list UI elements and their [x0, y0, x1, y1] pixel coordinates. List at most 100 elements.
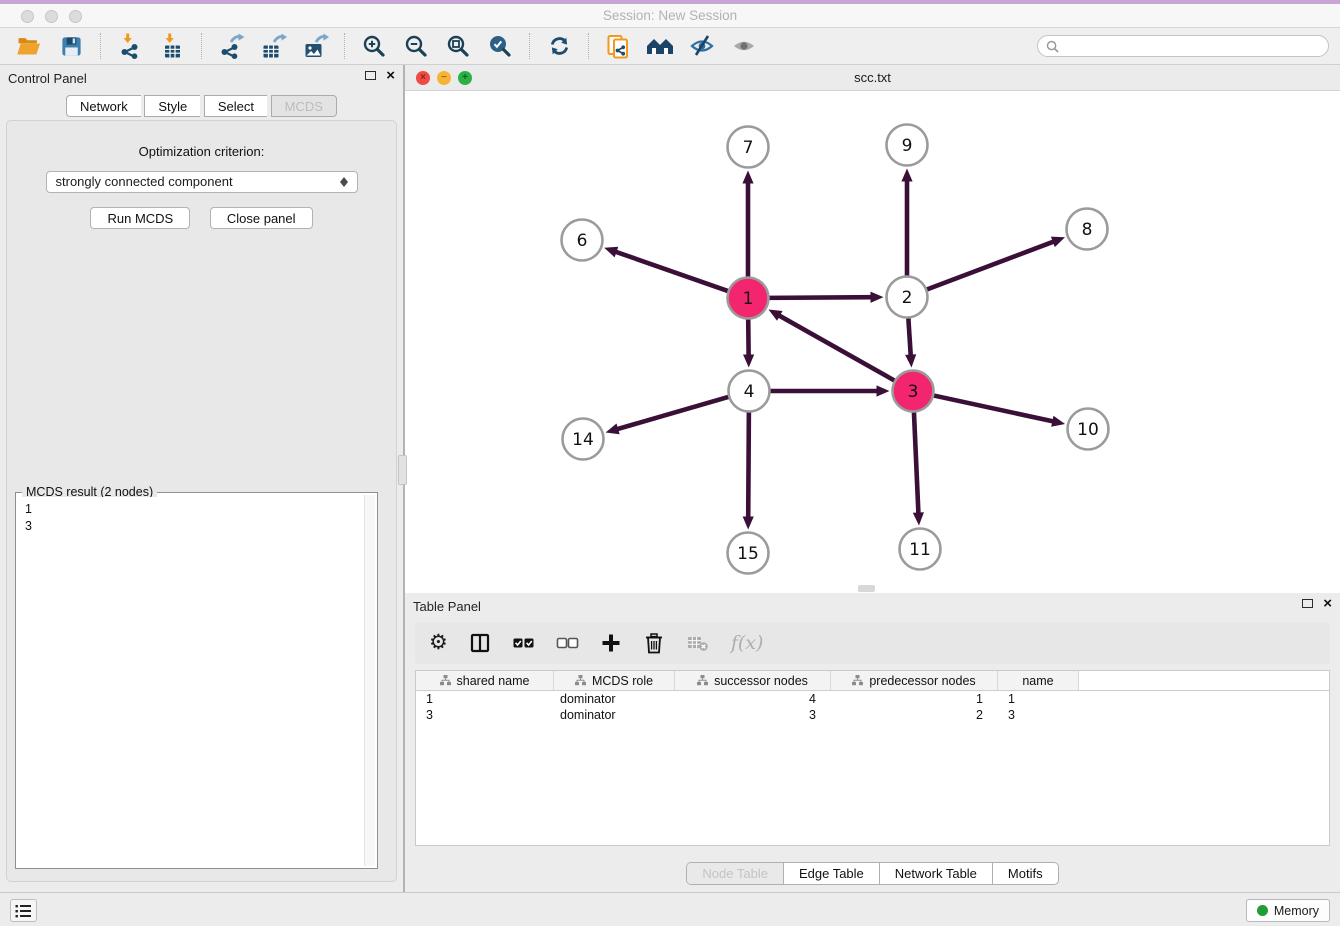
- tab-style[interactable]: Style: [144, 95, 200, 117]
- export-image-icon: [302, 33, 329, 59]
- delete-table-icon[interactable]: [686, 628, 710, 658]
- horizontal-splitter-handle[interactable]: [858, 585, 875, 592]
- tab-node-table[interactable]: Node Table: [687, 863, 783, 884]
- zoom-selected-icon: [488, 34, 512, 58]
- zoom-out-button[interactable]: [400, 32, 432, 60]
- graph-edge[interactable]: [908, 318, 910, 356]
- node-table[interactable]: shared name MCDS role successor nodes pr…: [415, 670, 1330, 846]
- tab-mcds[interactable]: MCDS: [271, 95, 337, 117]
- graph-edge[interactable]: [914, 412, 919, 514]
- export-network-button[interactable]: [215, 32, 247, 60]
- export-image-button[interactable]: [299, 32, 331, 60]
- column-type-icon: [440, 675, 451, 686]
- cell-mcds-role: dominator: [554, 707, 675, 723]
- graph-edge-arrowhead: [901, 169, 912, 182]
- mcds-panel: Optimization criterion: strongly connect…: [6, 120, 397, 882]
- cell-successor-nodes: 4: [675, 691, 831, 707]
- graph-edge[interactable]: [616, 397, 728, 429]
- column-header-successor-nodes[interactable]: successor nodes: [675, 671, 831, 690]
- cell-predecessor-nodes: 2: [831, 707, 998, 723]
- clone-network-icon: [606, 33, 631, 60]
- network-graph-canvas[interactable]: 7968124314101511: [405, 91, 1340, 593]
- column-header-shared-name[interactable]: shared name: [416, 671, 554, 690]
- graph-node-label: 1: [743, 289, 754, 309]
- tab-network-table[interactable]: Network Table: [879, 863, 992, 884]
- column-header-mcds-role[interactable]: MCDS role: [554, 671, 675, 690]
- select-all-icon[interactable]: [512, 628, 535, 658]
- main-toolbar: [0, 28, 1340, 65]
- graph-edge-arrowhead: [742, 171, 753, 184]
- control-panel-title: Control Panel: [8, 71, 87, 86]
- table-row[interactable]: 3 dominator 3 2 3: [416, 707, 1329, 723]
- show-all-button[interactable]: [728, 32, 760, 60]
- run-mcds-button[interactable]: Run MCDS: [90, 207, 190, 229]
- graph-node-label: 3: [908, 382, 919, 402]
- home-button[interactable]: [644, 32, 676, 60]
- table-header-row: shared name MCDS role successor nodes pr…: [416, 671, 1329, 691]
- result-line: 3: [25, 518, 356, 535]
- graph-edge-arrowhead: [743, 516, 754, 529]
- deselect-all-icon[interactable]: [556, 628, 579, 658]
- column-header-predecessor-nodes[interactable]: predecessor nodes: [831, 671, 998, 690]
- hide-selected-button[interactable]: [686, 32, 718, 60]
- mcds-result-area[interactable]: 1 3: [18, 497, 363, 866]
- cell-name: 1: [998, 691, 1079, 707]
- close-panel-button[interactable]: Close panel: [210, 207, 313, 229]
- column-type-icon: [697, 675, 708, 686]
- graph-edge[interactable]: [748, 412, 749, 518]
- function-builder-icon[interactable]: f(x): [731, 628, 764, 658]
- column-visibility-icon[interactable]: [469, 628, 491, 658]
- zoom-fit-icon: [446, 34, 470, 58]
- result-scrollbar[interactable]: [364, 495, 375, 866]
- refresh-layout-button[interactable]: [543, 32, 575, 60]
- search-input[interactable]: [1064, 39, 1320, 53]
- graph-edge[interactable]: [615, 251, 728, 291]
- tab-network[interactable]: Network: [66, 95, 141, 117]
- float-panel-icon[interactable]: [365, 71, 376, 80]
- tab-motifs[interactable]: Motifs: [992, 863, 1058, 884]
- import-network-button[interactable]: [114, 32, 146, 60]
- task-history-button[interactable]: [10, 899, 37, 922]
- search-box[interactable]: [1037, 35, 1329, 57]
- save-session-button[interactable]: [55, 32, 87, 60]
- delete-trash-icon[interactable]: [643, 628, 665, 658]
- criterion-value: strongly connected component: [56, 174, 233, 189]
- table-row[interactable]: 1 dominator 4 1 1: [416, 691, 1329, 707]
- cell-mcds-role: dominator: [554, 691, 675, 707]
- graph-edge[interactable]: [934, 396, 1054, 422]
- criterion-select[interactable]: strongly connected component: [46, 171, 358, 193]
- toolbar-separator: [201, 33, 202, 59]
- close-panel-icon[interactable]: ×: [386, 70, 395, 81]
- clone-network-button[interactable]: [602, 32, 634, 60]
- graph-edge[interactable]: [927, 241, 1055, 289]
- column-type-icon: [852, 675, 863, 686]
- tab-select[interactable]: Select: [204, 95, 267, 117]
- memory-status-dot: [1257, 905, 1268, 916]
- float-panel-icon[interactable]: [1302, 599, 1313, 608]
- graph-edge-arrowhead: [604, 247, 618, 258]
- app-titlebar: Session: New Session: [0, 0, 1340, 28]
- table-toolbar: ⚙: [415, 622, 1330, 664]
- graph-node-label: 15: [737, 544, 759, 564]
- tab-edge-table[interactable]: Edge Table: [783, 863, 879, 884]
- zoom-in-button[interactable]: [358, 32, 390, 60]
- graph-node-label: 2: [902, 288, 913, 308]
- eye-icon: [731, 34, 757, 58]
- graph-edge[interactable]: [769, 297, 872, 298]
- graph-edge[interactable]: [778, 315, 894, 381]
- zoom-selected-button[interactable]: [484, 32, 516, 60]
- table-settings-gear-icon[interactable]: ⚙: [429, 628, 448, 658]
- close-panel-icon[interactable]: ×: [1323, 598, 1332, 609]
- memory-button[interactable]: Memory: [1246, 899, 1330, 922]
- zoom-fit-button[interactable]: [442, 32, 474, 60]
- column-header-name[interactable]: name: [998, 671, 1079, 690]
- open-session-button[interactable]: [13, 32, 45, 60]
- import-table-button[interactable]: [156, 32, 188, 60]
- mcds-result-group: MCDS result (2 nodes) 1 3: [15, 492, 378, 869]
- cell-predecessor-nodes: 1: [831, 691, 998, 707]
- add-column-plus-icon[interactable]: [600, 628, 622, 658]
- table-panel: Table Panel × ⚙: [405, 593, 1340, 892]
- export-table-button[interactable]: [257, 32, 289, 60]
- vertical-splitter-handle[interactable]: [398, 455, 407, 485]
- graph-edge-arrowhead: [743, 354, 754, 367]
